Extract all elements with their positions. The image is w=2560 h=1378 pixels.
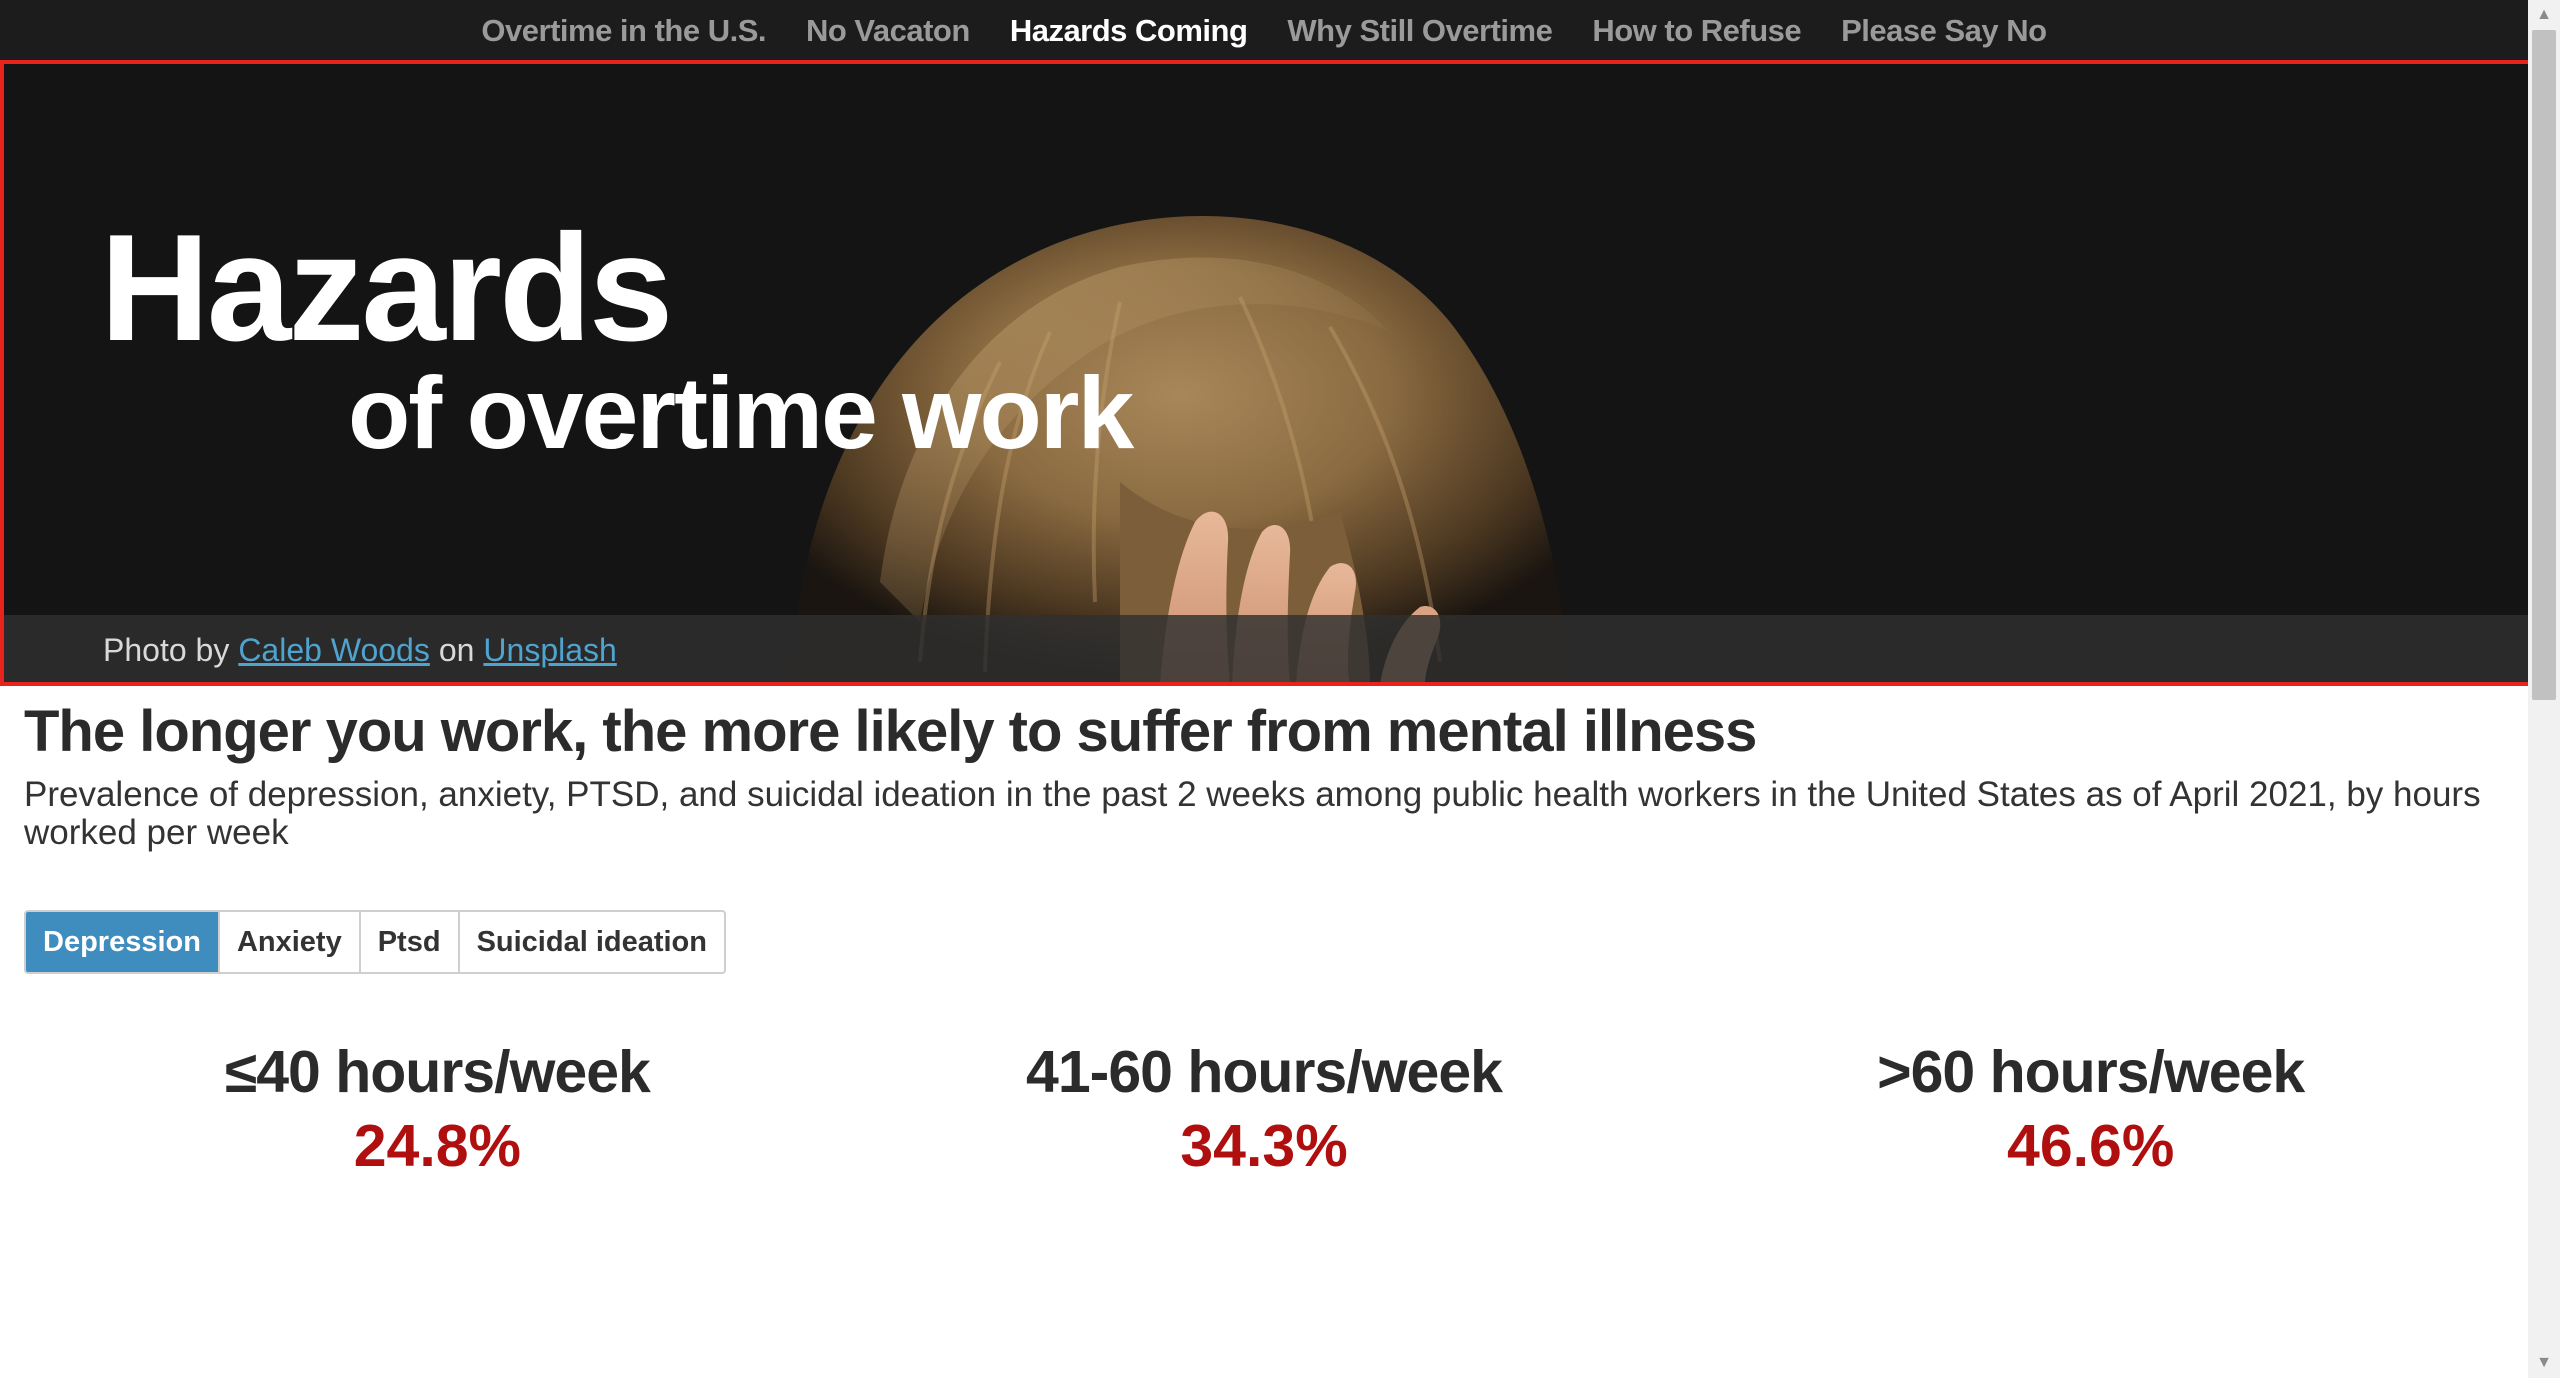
tab-depression[interactable]: Depression — [26, 912, 220, 972]
stats-row: ≤40 hours/week 24.8% 41-60 hours/week 34… — [24, 1038, 2504, 1186]
stat-value: 34.3% — [1180, 1113, 1348, 1179]
vertical-scrollbar[interactable]: ▲ ▼ — [2528, 0, 2560, 1378]
page: Overtime in the U.S. No Vacaton Hazards … — [0, 0, 2560, 1378]
hero-banner: Hazards of overtime work Photo by Caleb … — [0, 62, 2528, 685]
credit-middle: on — [438, 631, 475, 668]
credit-author-link[interactable]: Caleb Woods — [238, 632, 430, 669]
photo-credit: Photo by Caleb Woods on Unsplash — [0, 615, 2528, 685]
stat-value: 24.8% — [353, 1113, 521, 1179]
nav-link-why-still-overtime[interactable]: Why Still Overtime — [1287, 13, 1552, 49]
stat-label: ≤40 hours/week — [224, 1039, 651, 1105]
nav-link-hazards-coming[interactable]: Hazards Coming — [1010, 13, 1248, 49]
nav-link-how-to-refuse[interactable]: How to Refuse — [1592, 13, 1801, 49]
section-headline: The longer you work, the more likely to … — [24, 699, 1757, 764]
scroll-thumb[interactable] — [2532, 30, 2556, 700]
stat-41-60: 41-60 hours/week 34.3% — [851, 1038, 1678, 1186]
hero-title: Hazards — [100, 203, 673, 373]
stat-value: 46.6% — [2007, 1113, 2175, 1179]
nav-link-no-vacation[interactable]: No Vacaton — [806, 13, 970, 49]
scroll-up-arrow-icon[interactable]: ▲ — [2528, 0, 2560, 30]
tab-ptsd[interactable]: Ptsd — [361, 912, 460, 972]
top-nav: Overtime in the U.S. No Vacaton Hazards … — [0, 0, 2528, 62]
stat-label: 41-60 hours/week — [1026, 1039, 1503, 1105]
tab-suicidal-ideation[interactable]: Suicidal ideation — [460, 912, 724, 972]
stat-label: >60 hours/week — [1877, 1039, 2305, 1105]
nav-link-overtime-us[interactable]: Overtime in the U.S. — [481, 13, 766, 49]
tab-anxiety[interactable]: Anxiety — [220, 912, 361, 972]
credit-site-link[interactable]: Unsplash — [483, 632, 616, 669]
condition-tab-group: Depression Anxiety Ptsd Suicidal ideatio… — [24, 910, 726, 974]
stat-under-40: ≤40 hours/week 24.8% — [24, 1038, 851, 1186]
scroll-down-arrow-icon[interactable]: ▼ — [2528, 1348, 2560, 1378]
hero-subtitle: of overtime work — [348, 356, 1134, 470]
credit-prefix: Photo by — [103, 631, 230, 668]
main-content: The longer you work, the more likely to … — [24, 699, 2504, 1179]
stat-over-60: >60 hours/week 46.6% — [1677, 1038, 2504, 1186]
section-description: Prevalence of depression, anxiety, PTSD,… — [24, 774, 2481, 852]
nav-link-please-say-no[interactable]: Please Say No — [1841, 13, 2047, 49]
